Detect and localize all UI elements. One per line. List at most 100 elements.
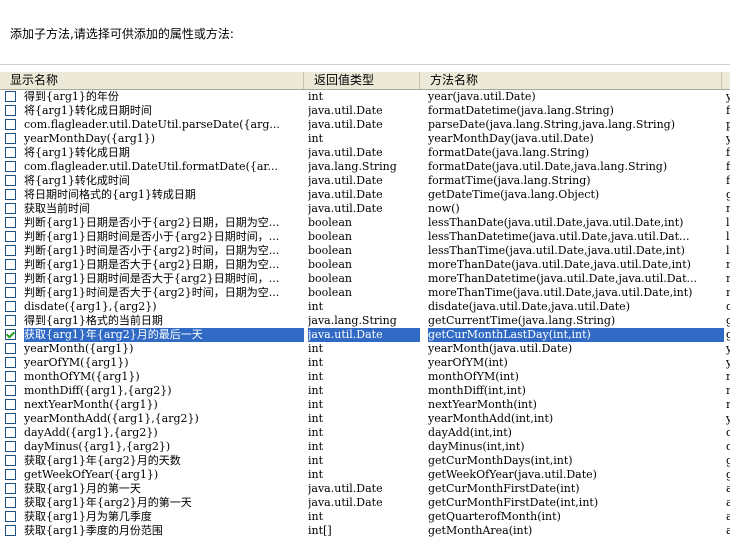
row-display-name: monthDiff({arg1},{arg2}) bbox=[24, 384, 172, 397]
row-checkbox[interactable] bbox=[5, 203, 16, 214]
table-row[interactable]: 获取{arg1}月的第一天 java.util.Date getCurMonthFi… bbox=[0, 482, 730, 496]
row-method-name: formatDate(java.util.Date,java.lang.Stri… bbox=[428, 160, 668, 173]
row-extra-column: m bbox=[726, 370, 730, 384]
row-checkbox[interactable] bbox=[5, 455, 16, 466]
table-row[interactable]: yearMonth({arg1}) int yearMonth(java.util.… bbox=[0, 342, 730, 356]
row-checkbox[interactable] bbox=[5, 427, 16, 438]
row-return-type: java.util.Date bbox=[308, 146, 383, 159]
row-return-type: int bbox=[308, 412, 324, 425]
row-checkbox[interactable] bbox=[5, 469, 16, 480]
column-header-method-name[interactable]: 方法名称 bbox=[420, 72, 722, 89]
row-return-type: int bbox=[308, 300, 324, 313]
row-checkbox[interactable] bbox=[5, 511, 16, 522]
row-method-name: formatDate(java.lang.String) bbox=[428, 146, 590, 159]
row-checkbox[interactable] bbox=[5, 441, 16, 452]
row-checkbox[interactable] bbox=[5, 245, 16, 256]
row-extra-column: l bbox=[726, 216, 730, 229]
row-extra-column: n bbox=[726, 398, 730, 411]
row-checkbox[interactable] bbox=[5, 133, 16, 144]
column-header-display-name[interactable]: 显示名称 bbox=[0, 72, 304, 89]
table-row[interactable]: 获取{arg1}月为第几季度 int getQuarterofMonth(int) a bbox=[0, 510, 730, 524]
table-row[interactable]: 得到{arg1}格式的当前日期 java.lang.String getCurren… bbox=[0, 314, 730, 328]
row-checkbox[interactable] bbox=[5, 105, 16, 116]
table-row[interactable]: 判断{arg1}时间是否小于{arg2}时间，日期为空... boolean les… bbox=[0, 244, 730, 258]
table-row[interactable]: 获取{arg1}季度的月份范围 int[] getMonthArea(int) a bbox=[0, 524, 730, 538]
table-row[interactable]: 将{arg1}转化成日期 java.util.Date formatDate(jav… bbox=[0, 146, 730, 160]
row-checkbox[interactable] bbox=[5, 371, 16, 382]
row-extra-column: g bbox=[726, 328, 730, 341]
row-method-name: getCurMonthDays(int,int) bbox=[428, 454, 573, 467]
table-row[interactable]: getWeekOfYear({arg1}) int getWeekOfYear(ja… bbox=[0, 468, 730, 482]
row-checkbox[interactable] bbox=[5, 385, 16, 396]
row-display-name: yearMonth({arg1}) bbox=[24, 342, 134, 355]
row-extra-column: y bbox=[726, 90, 730, 103]
table-row[interactable]: 获取{arg1}年{arg2}月的天数 int getCurMonthDays(in… bbox=[0, 454, 730, 468]
row-checkbox[interactable] bbox=[5, 175, 16, 186]
column-header-return-type[interactable]: 返回值类型 bbox=[304, 72, 420, 89]
row-checkbox[interactable] bbox=[5, 147, 16, 158]
row-return-type: boolean bbox=[308, 230, 352, 243]
table-row[interactable]: disdate({arg1},{arg2}) int disdate(java.ut… bbox=[0, 300, 730, 314]
row-return-type: java.util.Date bbox=[308, 202, 383, 215]
row-checkbox[interactable] bbox=[5, 189, 16, 200]
row-extra-column: y bbox=[726, 412, 730, 425]
table-row[interactable]: 判断{arg1}时间是否大于{arg2}时间，日期为空... boolean mor… bbox=[0, 286, 730, 300]
row-checkbox[interactable] bbox=[5, 329, 16, 340]
table-row[interactable]: 获取{arg1}年{arg2}月的第一天 java.util.Date getCur… bbox=[0, 496, 730, 510]
table-row[interactable]: yearMonthDay({arg1}) int yearMonthDay(java… bbox=[0, 132, 730, 146]
table-row[interactable]: com.flagleader.util.DateUtil.formatDate(… bbox=[0, 160, 730, 174]
row-checkbox[interactable] bbox=[5, 217, 16, 228]
row-display-name: 获取{arg1}月的第一天 bbox=[24, 482, 141, 495]
row-checkbox[interactable] bbox=[5, 357, 16, 368]
table-row[interactable]: 获取当前时间 java.util.Date now() n bbox=[0, 202, 730, 216]
row-checkbox[interactable] bbox=[5, 525, 16, 536]
table-row[interactable]: yearOfYM({arg1}) int yearOfYM(int) y bbox=[0, 356, 730, 370]
table-row[interactable]: 判断{arg1}日期是否小于{arg2}日期，日期为空... boolean les… bbox=[0, 216, 730, 230]
row-checkbox[interactable] bbox=[5, 497, 16, 508]
row-return-type: boolean bbox=[308, 286, 352, 299]
row-checkbox[interactable] bbox=[5, 343, 16, 354]
row-method-name: lessThanDate(java.util.Date,java.util.Da… bbox=[428, 216, 684, 229]
row-extra-column: l bbox=[726, 244, 730, 257]
row-checkbox[interactable] bbox=[5, 161, 16, 172]
row-checkbox[interactable] bbox=[5, 301, 16, 312]
row-checkbox[interactable] bbox=[5, 315, 16, 326]
row-return-type: java.util.Date bbox=[308, 496, 383, 509]
row-return-type: boolean bbox=[308, 272, 352, 285]
row-checkbox[interactable] bbox=[5, 231, 16, 242]
row-return-type: int[] bbox=[308, 524, 332, 537]
table-row[interactable]: 将日期时间格式的{arg1}转成日期 java.util.Date getDateT… bbox=[0, 188, 730, 202]
table-row[interactable]: 判断{arg1}日期是否大于{arg2}日期，日期为空... boolean mor… bbox=[0, 258, 730, 272]
row-checkbox[interactable] bbox=[5, 287, 16, 298]
row-checkbox[interactable] bbox=[5, 91, 16, 102]
row-method-name: monthOfYM(int) bbox=[428, 370, 519, 383]
row-checkbox[interactable] bbox=[5, 119, 16, 130]
row-checkbox[interactable] bbox=[5, 483, 16, 494]
table-row[interactable]: 将{arg1}转化成日期时间 java.util.Date formatDateti… bbox=[0, 104, 730, 118]
row-extra-column: a bbox=[726, 524, 730, 537]
row-return-type: java.util.Date bbox=[308, 104, 383, 117]
table-row[interactable]: dayAdd({arg1},{arg2}) int dayAdd(int,int) d bbox=[0, 426, 730, 440]
table-row[interactable]: monthOfYM({arg1}) int monthOfYM(int) m bbox=[0, 370, 730, 384]
table-row[interactable]: 得到{arg1}的年份 int year(java.util.Date) y bbox=[0, 90, 730, 104]
row-display-name: 判断{arg1}日期时间是否小于{arg2}日期时间，... bbox=[24, 230, 280, 243]
row-display-name: 获取{arg1}年{arg2}月的第一天 bbox=[24, 496, 192, 509]
table-row[interactable]: 判断{arg1}日期时间是否小于{arg2}日期时间，... boolean les… bbox=[0, 230, 730, 244]
row-checkbox[interactable] bbox=[5, 399, 16, 410]
method-table[interactable]: 显示名称 返回值类型 方法名称 得到{arg1}的年份 int year(java.… bbox=[0, 72, 730, 541]
row-display-name: 得到{arg1}的年份 bbox=[24, 90, 119, 103]
table-row[interactable]: dayMinus({arg1},{arg2}) int dayMinus(int,i… bbox=[0, 440, 730, 454]
table-row[interactable]: nextYearMonth({arg1}) int nextYearMonth(in… bbox=[0, 398, 730, 412]
row-display-name: dayAdd({arg1},{arg2}) bbox=[24, 426, 158, 439]
table-row[interactable]: yearMonthAdd({arg1},{arg2}) int yearMonthA… bbox=[0, 412, 730, 426]
column-header-extra[interactable] bbox=[722, 72, 730, 89]
table-row[interactable]: 获取{arg1}年{arg2}月的最后一天 java.util.Date getCu… bbox=[0, 328, 730, 342]
row-return-type: int bbox=[308, 398, 324, 411]
table-row[interactable]: 将{arg1}转化成时间 java.util.Date formatTime(jav… bbox=[0, 174, 730, 188]
table-row[interactable]: com.flagleader.util.DateUtil.parseDate({… bbox=[0, 118, 730, 132]
row-checkbox[interactable] bbox=[5, 413, 16, 424]
table-row[interactable]: monthDiff({arg1},{arg2}) int monthDiff(int… bbox=[0, 384, 730, 398]
row-checkbox[interactable] bbox=[5, 259, 16, 270]
table-row[interactable]: 判断{arg1}日期时间是否大于{arg2}日期时间，... boolean mor… bbox=[0, 272, 730, 286]
row-checkbox[interactable] bbox=[5, 273, 16, 284]
